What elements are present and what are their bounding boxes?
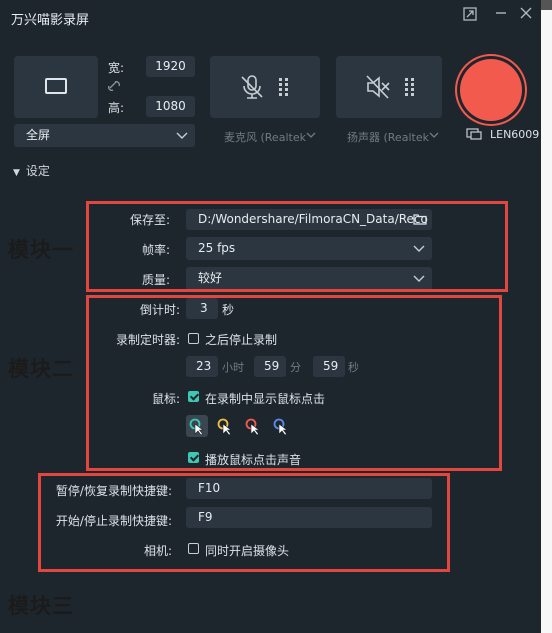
width-input[interactable]: 1920 [146,56,195,77]
microphone-select[interactable]: 麦克风 (Realtek [224,129,306,145]
height-input[interactable]: 1080 [146,96,195,117]
collapse-triangle-icon: ▼ [13,168,20,178]
volume-level-icon [279,78,288,96]
module3-highlight-box [38,473,450,572]
screen-rect-icon [45,78,67,94]
background-strip [541,0,552,633]
height-label: 高: [108,101,125,115]
module2-annotation: 模块二 [8,357,74,381]
area-select[interactable]: 全屏 [14,124,195,147]
module1-annotation: 模块一 [8,238,74,262]
speaker-button[interactable] [336,56,442,118]
settings-label: 设定 [25,164,50,178]
speaker-muted-icon [366,75,390,99]
window-title: 万兴喵影录屏 [11,13,90,28]
record-button[interactable] [460,59,522,121]
link-icon[interactable] [107,79,121,93]
module3-annotation: 模块三 [8,594,74,618]
screen-area-button[interactable] [14,56,98,118]
microphone-button[interactable] [210,56,320,118]
microphone-muted-icon [241,75,263,99]
speaker-select[interactable]: 扬声器 (Realtek [347,129,429,145]
recorder-window: 万兴喵影录屏 宽: 1920 高: 1080 全屏 麦克风 (Realtek 扬… [0,0,541,633]
mini-mode-icon[interactable] [461,7,479,25]
speaker-chevron-icon [429,132,439,138]
module1-highlight-box [86,201,508,292]
speaker-level-icon [405,78,414,96]
width-label: 宽: [108,61,125,75]
monitor-label: LEN6009 [490,128,540,141]
settings-toggle[interactable]: ▼ 设定 [13,162,50,179]
title-bar: 万兴喵影录屏 [0,0,541,34]
module2-highlight-box [86,295,502,471]
monitor-icon[interactable] [466,128,482,142]
area-select-value: 全屏 [26,128,51,142]
close-icon[interactable] [517,7,535,25]
minimize-icon[interactable] [492,7,510,25]
mic-chevron-icon [306,132,316,138]
chevron-down-icon [176,132,188,139]
